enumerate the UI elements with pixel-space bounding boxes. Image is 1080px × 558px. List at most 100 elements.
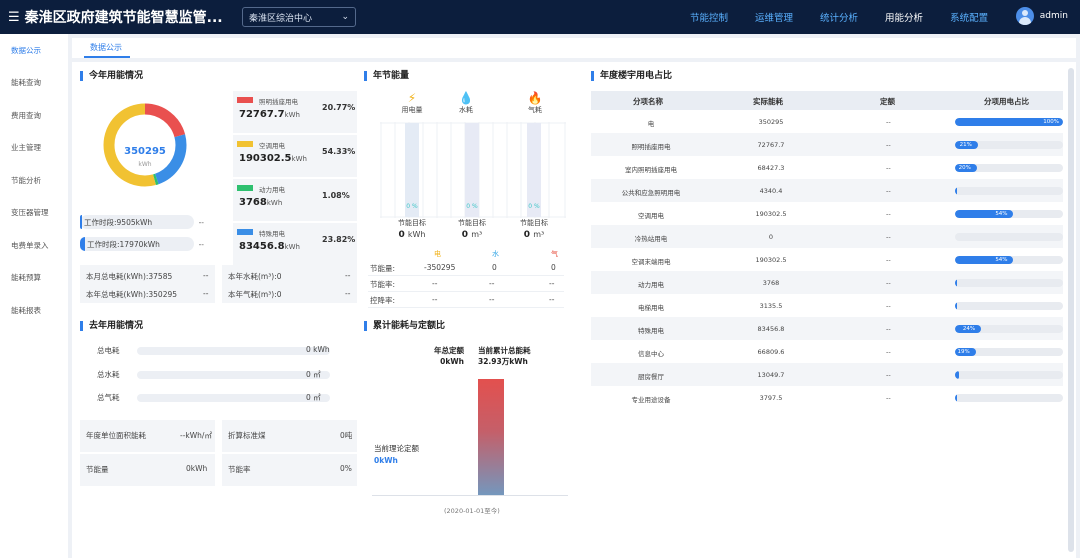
category-name: 照明插座用电: [259, 98, 298, 106]
cell: --: [549, 295, 555, 304]
nav-operations[interactable]: 运维管理: [755, 10, 793, 24]
main-panel: 今年用能情况 350295 kWh 工作时段:9505kWh -- 工作时段:1…: [72, 62, 1076, 558]
main-nav: 节能控制 运维管理 统计分析 用能分析 系统配置: [690, 0, 1015, 34]
share-bar-fill: [955, 187, 957, 195]
share-bar: [955, 394, 1063, 402]
category-value: 3768kWh: [239, 197, 283, 208]
annual-quota-label: 年总定额: [434, 346, 464, 355]
work-period-2-label: 工作时段:17970kWh: [87, 239, 160, 249]
special-swatch: [237, 229, 253, 235]
current-total: 当前累计总能耗 32.93万kWh: [478, 345, 531, 367]
table-row: 电梯用电 3135.5 --: [591, 294, 1063, 317]
table-row: 电 350295 -- 100%: [591, 110, 1063, 133]
sidebar-item-cost-query[interactable]: 费用查询: [0, 99, 68, 132]
row-actual: 350295: [758, 118, 784, 126]
sidebar-item-budget[interactable]: 能耗预算: [0, 262, 68, 295]
row-name: 特殊用电: [638, 327, 664, 335]
row-quota: --: [886, 348, 891, 356]
share-bar-label: 21%: [959, 142, 972, 148]
last-year-title: 去年用能情况: [80, 321, 143, 331]
saving-row-rate: 节能率: -- -- --: [368, 276, 564, 292]
ac-swatch: [237, 141, 253, 147]
th-actual: 实际能耗: [753, 97, 783, 106]
year-elec-dash: --: [203, 289, 209, 298]
water-drop-icon: 💧: [458, 91, 474, 105]
row-quota: --: [886, 325, 891, 333]
row-name: 空调末端用电: [631, 258, 671, 266]
category-name: 特殊用电: [259, 230, 285, 238]
share-bar: 20%: [955, 164, 1063, 172]
sidebar-item-energy-query[interactable]: 能耗查询: [0, 67, 68, 100]
saving-title: 年节能量: [364, 71, 409, 81]
row-name: 电梯用电: [638, 304, 664, 312]
row-quota: --: [886, 302, 891, 310]
table-row: 室内照明插座用电 68427.3 -- 20%: [591, 156, 1063, 179]
row-quota: --: [886, 233, 891, 241]
box-value: 0kWh: [186, 464, 208, 473]
row-actual: 4340.4: [759, 187, 783, 195]
flame-icon: 🔥: [527, 91, 543, 105]
row-actual: 13049.7: [757, 371, 785, 379]
last-year-water-value: 0 ㎡: [306, 370, 321, 379]
saving-row-amount: 节能量: -350295 0 0: [368, 260, 564, 276]
table-row: 空调用电 190302.5 -- 54%: [591, 202, 1063, 225]
row-actual: 3797.5: [759, 394, 783, 402]
category-card-special: 特殊用电 83456.8kWh: [233, 223, 357, 265]
nav-statistics[interactable]: 统计分析: [820, 10, 858, 24]
cell: --: [549, 279, 555, 288]
building-title: 年度楼宇用电占比: [591, 71, 672, 81]
share-bar: [955, 371, 1063, 379]
share-bar-fill: [955, 302, 957, 310]
row-quota: --: [886, 210, 891, 218]
donut-total: 350295: [124, 146, 166, 157]
table-row: 照明插座用电 72767.7 -- 21%: [591, 133, 1063, 156]
donut-center: 350295 kWh: [115, 146, 175, 168]
sidebar-item-data-public[interactable]: 数据公示: [0, 34, 68, 67]
row-actual: 0: [768, 233, 774, 241]
sidebar-item-report[interactable]: 能耗报表: [0, 294, 68, 327]
saving-col-water: 💧 水耗: [446, 91, 486, 115]
saving-bar-pct: 0 %: [406, 203, 418, 210]
current-total-label: 当前累计总能耗: [478, 346, 531, 355]
share-bar: 100%: [955, 118, 1063, 126]
table-row: 厨房餐厅 13049.7 --: [591, 363, 1063, 386]
last-year-water-label: 总水耗: [97, 370, 120, 379]
scrollbar[interactable]: [1068, 68, 1074, 552]
last-year-gas-label: 总气耗: [97, 393, 120, 402]
row-name: 信息中心: [638, 350, 664, 358]
nav-energy-control[interactable]: 节能控制: [690, 10, 728, 24]
saving-col-electric: ⚡ 用电量: [392, 91, 432, 115]
tab-data-public[interactable]: 数据公示: [90, 42, 122, 53]
sidebar-item-transformer[interactable]: 变压器管理: [0, 197, 68, 230]
menu-icon[interactable]: ☰: [8, 10, 20, 25]
saving-bar-gas: 0 %: [527, 123, 541, 217]
user-menu[interactable]: admin: [1015, 7, 1068, 25]
row-quota: --: [886, 187, 891, 195]
nav-energy-analysis[interactable]: 用能分析: [885, 10, 923, 24]
sidebar-item-owner-mgmt[interactable]: 业主管理: [0, 132, 68, 165]
cell: 0: [492, 263, 497, 272]
share-bar: 54%: [955, 210, 1063, 218]
category-card-power: 动力用电 3768kWh: [233, 179, 357, 221]
share-bar: [955, 233, 1063, 241]
last-year-elec-label: 总电耗: [97, 346, 120, 355]
table-row: 空调末端用电 190302.5 -- 54%: [591, 248, 1063, 271]
power-swatch: [237, 185, 253, 191]
cell: -350295: [424, 263, 456, 272]
work-period-2: 工作时段:17970kWh --: [80, 237, 204, 251]
target-value: 0 m³: [523, 230, 545, 240]
org-select[interactable]: 秦淮区综治中心 ⌄: [242, 7, 356, 27]
month-elec-dash: --: [203, 271, 209, 280]
category-pct-lighting: 20.77%: [322, 103, 356, 112]
sidebar-item-bill-entry[interactable]: 电费单录入: [0, 229, 68, 262]
year-elec: 本年总电耗(kWh):350295: [86, 290, 178, 299]
donut-unit: kWh: [138, 161, 152, 168]
cumulative-date: (2020-01-01至今): [444, 507, 500, 515]
row-actual: 3768: [762, 279, 780, 287]
table-row: 特殊用电 83456.8 -- 24%: [591, 317, 1063, 340]
sidebar-item-saving-analysis[interactable]: 节能分析: [0, 164, 68, 197]
row-actual: 72767.7: [757, 141, 785, 149]
nav-system-config[interactable]: 系统配置: [950, 10, 988, 24]
work-period-1-label: 工作时段:9505kWh: [84, 217, 153, 227]
table-row: 冷热站用电 0 --: [591, 225, 1063, 248]
